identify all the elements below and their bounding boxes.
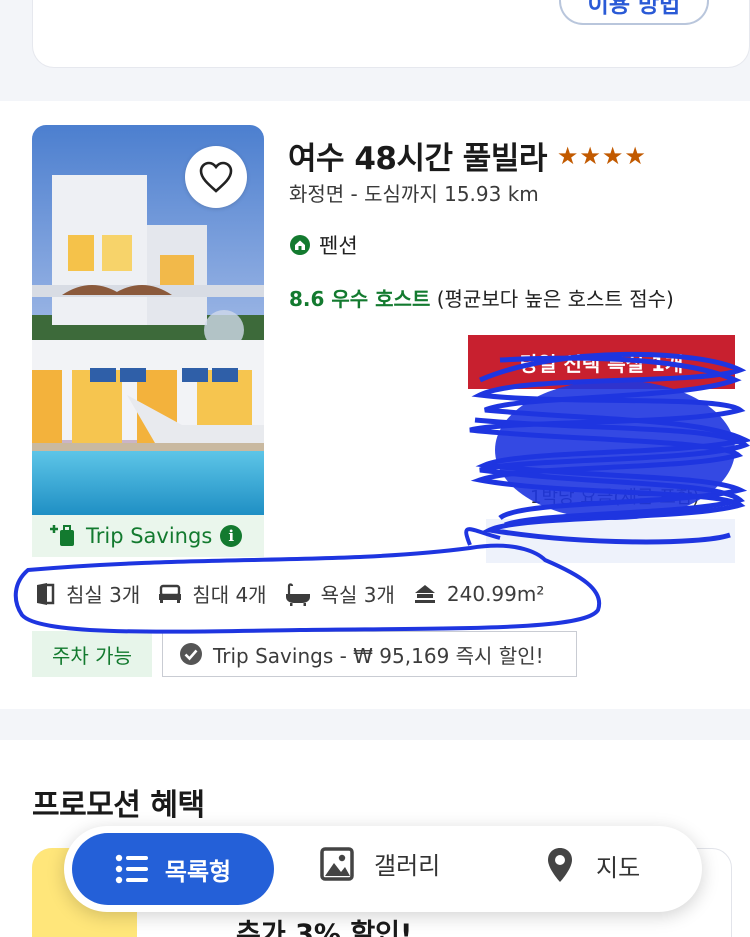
amenity-bedrooms: 침실 3개 [34, 579, 140, 608]
host-score: 8.6 우수 호스트 [289, 287, 431, 311]
bathtub-icon [285, 582, 310, 606]
gallery-view-button[interactable]: 갤러리 [320, 846, 440, 881]
deal-badge: 당일 선택 특실 1개 [468, 335, 735, 389]
amenity-label: 침대 4개 [192, 583, 267, 607]
view-switcher: 목록형 갤러리 지도 [64, 826, 702, 912]
listing-title-row[interactable]: 여수 48시간 풀빌라 ★★★★ [288, 133, 647, 178]
amenity-beds: 침대 4개 [158, 579, 267, 608]
favorite-button[interactable] [185, 146, 247, 208]
price-note: 1박당 요금(세금 포함) [530, 487, 700, 508]
list-icon [115, 854, 148, 884]
house-icon [290, 235, 310, 255]
promotion-title: 프로모션 혜택 [32, 788, 205, 823]
property-type-label: 펜션 [319, 234, 358, 258]
map-view-label: 지도 [596, 853, 641, 882]
area-icon [414, 584, 435, 603]
amenity-label: 침실 3개 [66, 583, 141, 607]
list-view-button[interactable]: 목록형 [72, 833, 274, 905]
amenity-area: 240.99m² [413, 582, 544, 606]
property-type: 펜션 [289, 230, 358, 260]
listing-card[interactable]: Trip Savings i 여수 48시간 풀빌라 ★★★★ 화정면 - 도심… [0, 101, 750, 709]
previous-card: 이용 방법 [32, 0, 750, 68]
amenity-bathrooms: 욕실 3개 [285, 579, 395, 608]
gallery-view-label: 갤러리 [374, 852, 441, 880]
star-rating: ★★★★ [556, 141, 647, 170]
amenities-row: 침실 3개 침대 4개 욕실 3개 240.99m² [34, 579, 562, 608]
promotion-card-text: 추가 3% 할인! [236, 919, 413, 937]
trip-savings-label: Trip Savings [86, 524, 213, 548]
price-action-area[interactable] [486, 519, 735, 563]
map-pin-icon [548, 848, 572, 882]
parking-badge: 주차 가능 [32, 631, 152, 677]
savings-tag: Trip Savings - ₩ 95,169 즉시 할인! [162, 631, 577, 677]
howto-button[interactable]: 이용 방법 [559, 0, 709, 25]
trip-savings-badge[interactable]: Trip Savings i [32, 515, 264, 557]
heart-icon [199, 161, 233, 193]
image-icon [320, 846, 354, 881]
host-rating: 8.6 우수 호스트 (평균보다 높은 호스트 점수) [289, 283, 674, 312]
info-icon[interactable]: i [220, 525, 243, 547]
host-score-note: (평균보다 높은 호스트 점수) [430, 287, 674, 311]
amenity-label: 욕실 3개 [320, 583, 395, 607]
door-icon [37, 582, 55, 605]
amenity-label: 240.99m² [446, 581, 545, 606]
list-view-label: 목록형 [164, 857, 232, 886]
savings-tag-label: Trip Savings - ₩ 95,169 즉시 할인! [213, 643, 544, 668]
listing-title[interactable]: 여수 48시간 풀빌라 [288, 133, 547, 178]
listing-location: 화정면 - 도심까지 15.93 km [289, 182, 539, 206]
bed-icon [159, 584, 182, 603]
check-circle-icon [180, 643, 202, 665]
map-view-button[interactable]: 지도 [546, 846, 640, 884]
luggage-plus-icon [50, 525, 74, 546]
